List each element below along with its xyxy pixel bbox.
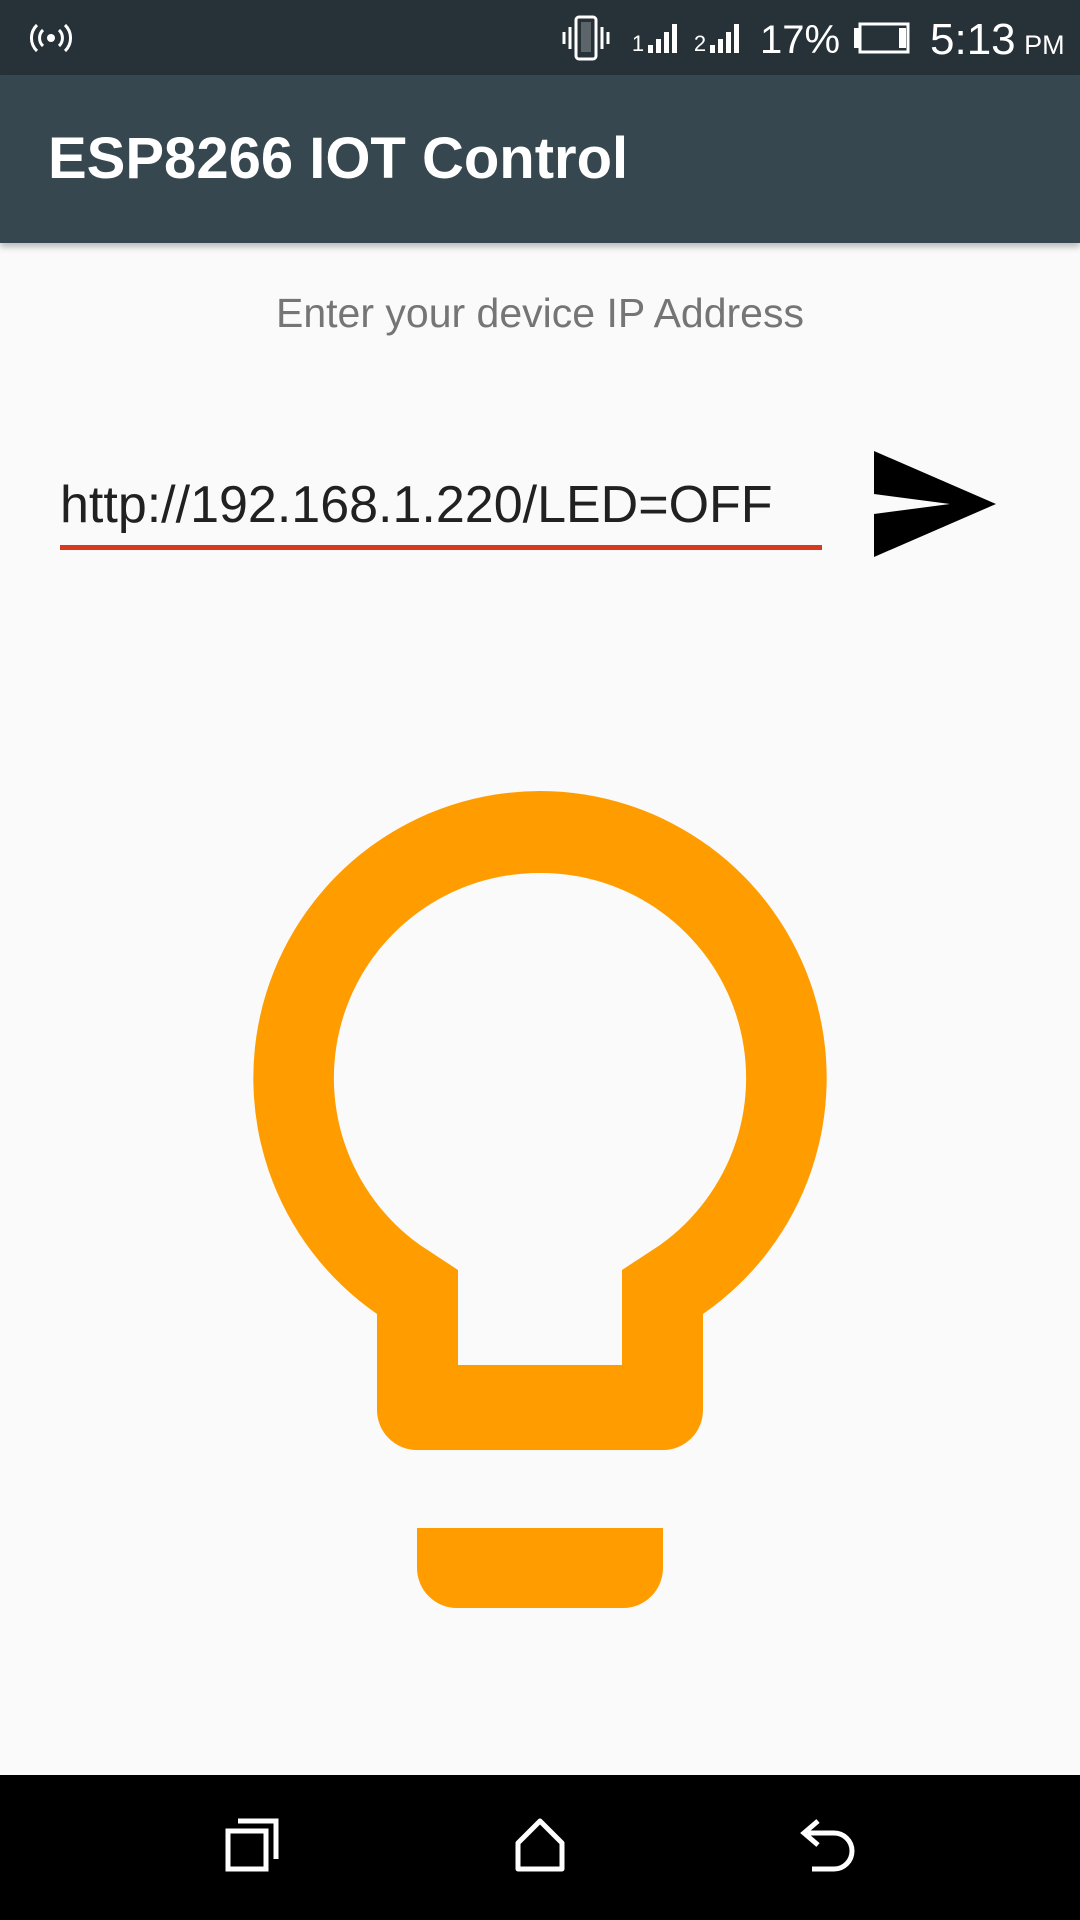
sim1-label: 1 [631,30,645,56]
lightbulb-button[interactable] [240,780,840,1620]
clock-ampm: PM [1024,30,1065,60]
wifi-hotspot-icon [26,0,76,75]
battery-percent: 17% [760,18,841,62]
send-icon [870,449,998,564]
recents-icon [224,1817,280,1878]
home-icon [512,1817,568,1878]
home-button[interactable] [460,1775,620,1920]
lightbulb-icon [253,791,827,1608]
sim2-label: 2 [693,30,707,56]
ip-address-input[interactable]: http://192.168.1.220/LED=OFF [60,470,822,550]
clock-time: 5:13 [930,15,1016,64]
vibrate-icon [560,0,612,75]
battery-icon [850,0,912,75]
recents-button[interactable] [172,1775,332,1920]
send-button[interactable] [868,448,1000,564]
signal-sim1-icon: 1 [630,0,682,75]
status-bar: 1 2 17% 5:13 PM [0,0,1080,75]
signal-sim2-icon: 2 [692,0,744,75]
back-icon [798,1817,858,1878]
navigation-bar [0,1775,1080,1920]
ip-address-prompt: Enter your device IP Address [276,290,804,336]
app-bar: ESP8266 IOT Control [0,75,1080,243]
back-button[interactable] [748,1775,908,1920]
clock: 5:13 PM [930,0,1065,75]
app-title: ESP8266 IOT Control [48,126,629,191]
